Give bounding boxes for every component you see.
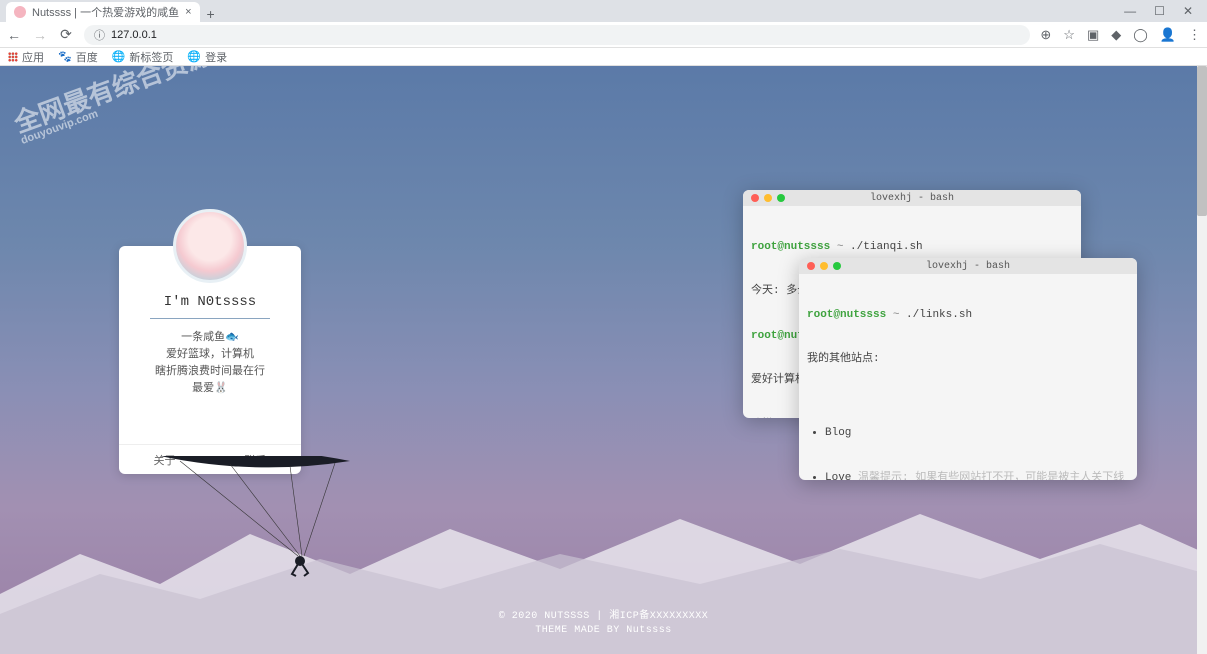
bookmark-newtab[interactable]: 🌐新标签页: [112, 49, 174, 65]
zoom-icon[interactable]: ⊕: [1040, 27, 1051, 43]
avatar[interactable]: [173, 209, 247, 283]
terminal-titlebar[interactable]: lovexhj - bash: [743, 190, 1081, 206]
list-item[interactable]: Love 温馨提示: 如果有些网站打不开，可能是被主人关下线了哦~: [825, 471, 1129, 480]
list-item[interactable]: Blog: [825, 426, 1129, 441]
address-bar[interactable]: ⓘ 127.0.0.1: [84, 25, 1030, 45]
menu-icon[interactable]: ⋮: [1188, 27, 1201, 43]
close-dot-icon[interactable]: [807, 262, 815, 270]
globe-icon: 🌐: [187, 50, 201, 63]
divider: [150, 318, 270, 319]
maximize-dot-icon[interactable]: [833, 262, 841, 270]
paraglider-icon: [140, 456, 360, 586]
close-icon[interactable]: ✕: [1183, 4, 1193, 18]
back-icon[interactable]: ←: [6, 27, 22, 43]
scrollbar-thumb[interactable]: [1197, 66, 1207, 216]
terminal-title: lovexhj - bash: [926, 261, 1010, 272]
profile-name: I'm N0tssss: [119, 294, 301, 310]
new-tab-button[interactable]: +: [200, 6, 222, 22]
extension-icon-3[interactable]: ◯: [1133, 27, 1148, 43]
url-text: 127.0.0.1: [111, 29, 157, 41]
terminal-title: lovexhj - bash: [870, 193, 954, 204]
bookmark-login[interactable]: 🌐登录: [187, 49, 227, 65]
browser-tab[interactable]: Nutssss | 一个热爱游戏的咸鱼 ×: [6, 2, 200, 22]
apps-grid-icon: [8, 52, 18, 62]
copyright: © 2020 NUTSSSS | 湘ICP备XXXXXXXXX: [0, 610, 1207, 624]
profile-icon[interactable]: 👤: [1160, 27, 1176, 43]
traffic-lights: [807, 262, 841, 270]
profile-card: I'm N0tssss 一条咸鱼🐟 爱好篮球，计算机 瞎折腾浪费时间最在行 最爱…: [119, 246, 301, 474]
profile-bio: 一条咸鱼🐟 爱好篮球，计算机 瞎折腾浪费时间最在行 最爱🐰: [119, 329, 301, 397]
maximize-dot-icon[interactable]: [777, 194, 785, 202]
favicon: [14, 6, 26, 18]
tab-strip: Nutssss | 一个热爱游戏的咸鱼 × +: [0, 0, 1207, 22]
bookmark-apps[interactable]: 应用: [8, 49, 44, 65]
browser-chrome: Nutssss | 一个热爱游戏的咸鱼 × + — ☐ ✕ ← → ⟳ ⓘ 12…: [0, 0, 1207, 66]
nav-bar: ← → ⟳ ⓘ 127.0.0.1 ⊕ ☆ ▣ ◆ ◯ 👤 ⋮: [0, 22, 1207, 48]
tab-close-icon[interactable]: ×: [185, 6, 191, 18]
traffic-lights: [751, 194, 785, 202]
toolbar-right: ⊕ ☆ ▣ ◆ ◯ 👤 ⋮: [1040, 27, 1201, 43]
window-controls: — ☐ ✕: [1114, 0, 1203, 22]
baidu-icon: 🐾: [58, 50, 72, 63]
globe-icon: 🌐: [112, 50, 126, 63]
scrollbar[interactable]: [1197, 66, 1207, 654]
extension-icon-1[interactable]: ▣: [1087, 27, 1099, 43]
terminal-titlebar[interactable]: lovexhj - bash: [799, 258, 1137, 274]
watermark: 全网最有综合资源网 douyouvip.com: [11, 66, 244, 147]
close-dot-icon[interactable]: [751, 194, 759, 202]
theme-credit: THEME MADE BY Nutssss: [0, 624, 1207, 638]
page-footer: © 2020 NUTSSSS | 湘ICP备XXXXXXXXX THEME MA…: [0, 610, 1207, 638]
reload-icon[interactable]: ⟳: [58, 26, 74, 43]
minimize-dot-icon[interactable]: [764, 194, 772, 202]
minimize-dot-icon[interactable]: [820, 262, 828, 270]
forward-icon: →: [32, 27, 48, 43]
minimize-icon[interactable]: —: [1124, 4, 1136, 18]
info-icon[interactable]: ⓘ: [94, 27, 105, 43]
bookmark-baidu[interactable]: 🐾百度: [58, 49, 98, 65]
bookmark-bar: 应用 🐾百度 🌐新标签页 🌐登录: [0, 48, 1207, 66]
terminal-window-2[interactable]: lovexhj - bash root@nutssss ~ ./links.sh…: [799, 258, 1137, 480]
maximize-icon[interactable]: ☐: [1154, 4, 1165, 18]
extension-icon-2[interactable]: ◆: [1111, 27, 1121, 43]
terminal-body: root@nutssss ~ ./links.sh 我的其他站点: Blog L…: [799, 274, 1137, 480]
links-list: Blog Love 温馨提示: 如果有些网站打不开，可能是被主人关下线了哦~ N…: [825, 397, 1129, 480]
tab-title: Nutssss | 一个热爱游戏的咸鱼: [32, 4, 179, 20]
star-icon[interactable]: ☆: [1063, 27, 1075, 43]
page-content: 全网最有综合资源网 douyouvip.com I'm N0tssss 一条咸鱼…: [0, 66, 1207, 654]
